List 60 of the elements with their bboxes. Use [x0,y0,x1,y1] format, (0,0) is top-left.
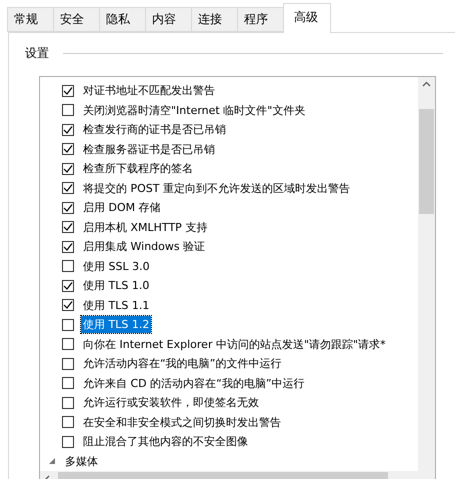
checkmark-icon [63,164,73,174]
checkbox[interactable] [62,260,74,272]
checkmark-icon [63,242,73,252]
checkmark-icon [63,222,73,232]
setting-label[interactable]: 关闭浏览器时清空"Internet 临时文件"文件夹 [81,102,308,119]
setting-label[interactable]: 向你在 Internet Explorer 中访问的站点发送"请勿跟踪"请求* [81,336,388,353]
tab[interactable]: 常规 [7,7,54,32]
vertical-scrollbar[interactable] [418,77,435,471]
checkbox[interactable] [62,84,74,97]
setting-label[interactable]: 启用本机 XMLHTTP 支持 [81,218,210,236]
setting-label[interactable]: 使用 TLS 1.2 [81,316,152,334]
checkbox[interactable] [62,358,74,370]
setting-label[interactable]: 检查服务器证书是否已吊销 [81,140,217,158]
setting-label[interactable]: 允许活动内容在“我的电脑”的文件中运行 [81,355,284,372]
checkmark-icon [63,183,73,194]
checkbox[interactable] [62,202,74,214]
checkbox[interactable] [62,318,74,331]
setting-label[interactable]: 允许运行或安装软件，即使签名无效 [81,394,261,412]
checkbox[interactable] [62,124,74,136]
triangle-icon[interactable] [48,457,56,466]
tab[interactable]: 程序 [237,7,284,32]
checkbox[interactable] [62,162,74,175]
checkbox[interactable] [62,104,74,116]
checkbox[interactable] [62,280,74,292]
checkbox[interactable] [62,143,74,156]
setting-label[interactable]: 阻止混合了其他内容的不安全图像 [81,433,250,450]
tab[interactable]: 隐私 [99,7,146,32]
setting-label[interactable]: 检查发行商的证书是否已吊销 [81,121,228,138]
checkmark-icon [63,124,73,135]
group-title: 设置 [25,45,49,62]
setting-label[interactable]: 在安全和非安全模式之间切换时发出警告 [81,414,283,431]
tab[interactable]: 安全 [53,7,100,32]
setting-label[interactable]: 启用集成 Windows 验证 [81,238,208,256]
setting-label[interactable]: 对证书地址不匹配发出警告 [81,82,217,100]
checkbox[interactable] [62,416,74,428]
checkmark-icon [63,300,73,310]
setting-label[interactable]: 允许来自 CD 的活动内容在“我的电脑”中运行 [81,374,307,392]
checkbox[interactable] [62,182,74,194]
scrollbar-thumb[interactable] [419,109,434,214]
setting-label[interactable]: 将提交的 POST 重定向到不允许发送的区域时发出警告 [81,180,352,197]
tab[interactable]: 高级 [283,3,331,33]
setting-label[interactable]: 使用 TLS 1.0 [81,277,152,294]
checkmark-icon [63,280,73,291]
checkbox[interactable] [62,299,74,312]
setting-label[interactable]: 使用 SSL 3.0 [81,258,152,275]
checkbox[interactable] [62,377,74,390]
checkbox[interactable] [62,221,74,234]
checkbox[interactable] [62,338,74,350]
checkbox[interactable] [62,396,74,409]
setting-label[interactable]: 启用 DOM 存储 [81,199,163,216]
checkmark-icon [63,202,73,213]
checkbox[interactable] [62,240,74,253]
setting-label[interactable]: 使用 TLS 1.1 [81,296,152,314]
checkbox[interactable] [62,436,74,448]
checkmark-icon [63,86,73,96]
checkmark-icon [63,144,73,154]
setting-label[interactable]: 检查所下载程序的签名 [81,160,195,178]
tab[interactable]: 连接 [191,7,238,32]
tab[interactable]: 内容 [145,7,192,32]
category-label[interactable]: 多媒体 [63,452,100,470]
